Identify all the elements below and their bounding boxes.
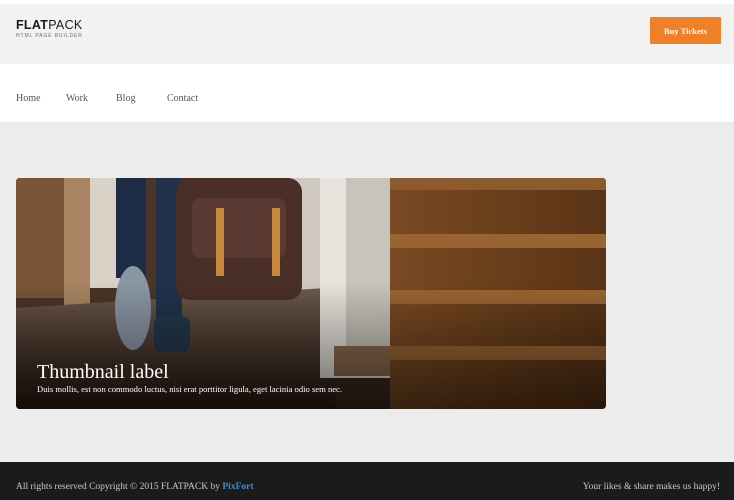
copyright-text: All rights reserved Copyright © 2015 FLA… <box>16 482 220 492</box>
site-logo[interactable]: FLATPACK HTML PAGE BUILDER <box>16 19 83 40</box>
thumbnail-caption: Thumbnail label Duis mollis, est non com… <box>37 361 577 395</box>
site-header: FLATPACK HTML PAGE BUILDER Buy Tickets <box>0 4 734 64</box>
nav-item-home[interactable]: Home <box>16 93 40 104</box>
pixfort-link[interactable]: PixFort <box>222 482 253 492</box>
footer-tagline: Your likes & share makes us happy! <box>582 482 720 492</box>
logo-title-thin: PACK <box>48 18 83 32</box>
buy-tickets-button[interactable]: Buy Tickets <box>650 17 721 44</box>
thumbnail-title: Thumbnail label <box>37 361 169 383</box>
nav-item-work[interactable]: Work <box>66 93 88 104</box>
logo-subtitle: HTML PAGE BUILDER <box>16 33 83 39</box>
thumbnail-description: Duis mollis, est non commodo luctus, nis… <box>37 384 343 394</box>
logo-title-bold: FLAT <box>16 18 49 32</box>
site-footer: All rights reserved Copyright © 2015 FLA… <box>0 462 734 500</box>
footer-copyright: All rights reserved Copyright © 2015 FLA… <box>16 482 254 492</box>
thumbnail-card[interactable]: Thumbnail label Duis mollis, est non com… <box>16 178 606 409</box>
main-nav: Home Work Blog Contact <box>0 64 734 123</box>
nav-item-contact[interactable]: Contact <box>167 93 198 104</box>
nav-item-blog[interactable]: Blog <box>116 93 135 104</box>
logo-title: FLATPACK <box>16 19 83 32</box>
